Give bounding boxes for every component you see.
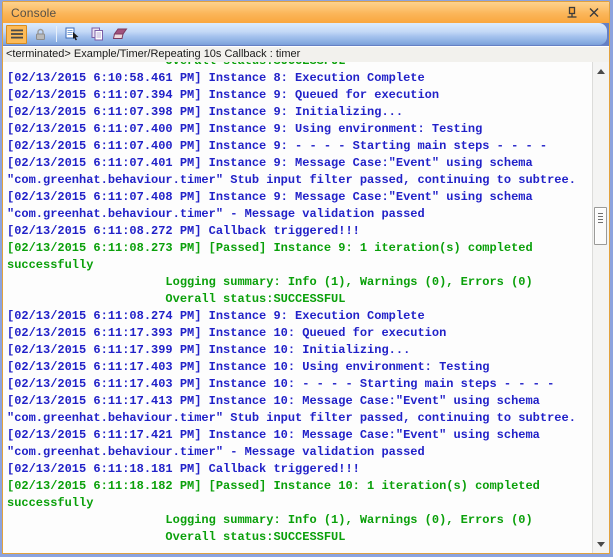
clear-console-button[interactable] [110,25,131,44]
console-line: [02/13/2015 6:11:07.400 PM] Instance 9: … [7,122,483,136]
titlebar-buttons [565,6,601,19]
console-line: [02/13/2015 6:11:07.401 PM] Instance 9: … [7,156,533,170]
console-line: [02/13/2015 6:11:18.182 PM] [Passed] Ins… [7,479,540,493]
console-line: Logging summary: Info (1), Warnings (0),… [7,275,533,289]
console-line: Overall status:SUCCESSFUL [7,292,346,306]
console-line: [02/13/2015 6:11:07.394 PM] Instance 9: … [7,88,440,102]
console-line: [02/13/2015 6:11:17.403 PM] Instance 10:… [7,360,490,374]
console-line: Logging summary: Info (1), Warnings (0),… [7,513,533,527]
console-line: [02/13/2015 6:11:18.181 PM] Callback tri… [7,462,360,476]
console-line: [02/13/2015 6:11:17.399 PM] Instance 10:… [7,343,411,357]
console-line: [02/13/2015 6:10:58.461 PM] Instance 8: … [7,71,425,85]
console-line: [02/13/2015 6:11:08.274 PM] Instance 9: … [7,309,425,323]
eraser-icon [113,28,128,39]
console-line: [02/13/2015 6:11:17.403 PM] Instance 10:… [7,377,555,391]
list-cursor-icon [65,27,79,41]
close-icon[interactable] [587,6,601,19]
console-output-area[interactable]: Overall status:SUCCESSFUL[02/13/2015 6:1… [3,62,609,553]
console-line: "com.greenhat.behaviour.timer" Stub inpu… [7,173,576,187]
console-line: successfully [7,258,94,272]
console-line: [02/13/2015 6:11:07.398 PM] Instance 9: … [7,105,404,119]
vertical-scrollbar[interactable] [592,62,609,553]
scroll-up-icon [597,68,605,74]
console-line: [02/13/2015 6:11:17.413 PM] Instance 10:… [7,394,540,408]
toolbar-separator [56,26,57,42]
window-inner: Console <terminated> Example/Timer/Repea… [2,1,610,554]
console-line: [02/13/2015 6:11:07.408 PM] Instance 9: … [7,190,533,204]
lock-button[interactable] [30,25,51,44]
console-log: Overall status:SUCCESSFUL[02/13/2015 6:1… [7,62,591,546]
scroll-down-icon [597,541,605,547]
scroll-down-button[interactable] [593,537,609,551]
menu-button[interactable] [6,24,27,44]
titlebar[interactable]: Console [3,2,609,23]
console-line: "com.greenhat.behaviour.timer" Stub inpu… [7,411,576,425]
console-line: Overall status:SUCCESSFUL [7,62,591,70]
scrollbar-thumb[interactable] [594,207,607,245]
copy-icon [91,27,103,41]
console-line: [02/13/2015 6:11:07.400 PM] Instance 9: … [7,139,548,153]
lock-icon [36,28,45,40]
console-line: [02/13/2015 6:11:17.393 PM] Instance 10:… [7,326,447,340]
scrollbar-grip [598,213,603,224]
console-tool-window: Console <terminated> Example/Timer/Repea… [0,0,613,557]
console-line: "com.greenhat.behaviour.timer" - Message… [7,207,425,221]
pin-icon[interactable] [565,6,579,19]
window-title: Console [11,5,57,20]
console-line: [02/13/2015 6:11:08.272 PM] Callback tri… [7,224,360,238]
scroll-up-button[interactable] [593,64,609,78]
follow-output-button[interactable] [62,25,83,44]
copy-button[interactable] [86,25,107,44]
console-line: Overall status:SUCCESSFUL [7,530,346,544]
toolbar-inner [3,23,607,45]
console-line: "com.greenhat.behaviour.timer" - Message… [7,445,425,459]
console-line: successfully [7,496,94,510]
console-line: [02/13/2015 6:11:17.421 PM] Instance 10:… [7,428,540,442]
run-status-line: <terminated> Example/Timer/Repeating 10s… [3,46,609,62]
toolbar [3,23,609,46]
console-line: [02/13/2015 6:11:08.273 PM] [Passed] Ins… [7,241,533,255]
hamburger-icon [10,29,23,39]
